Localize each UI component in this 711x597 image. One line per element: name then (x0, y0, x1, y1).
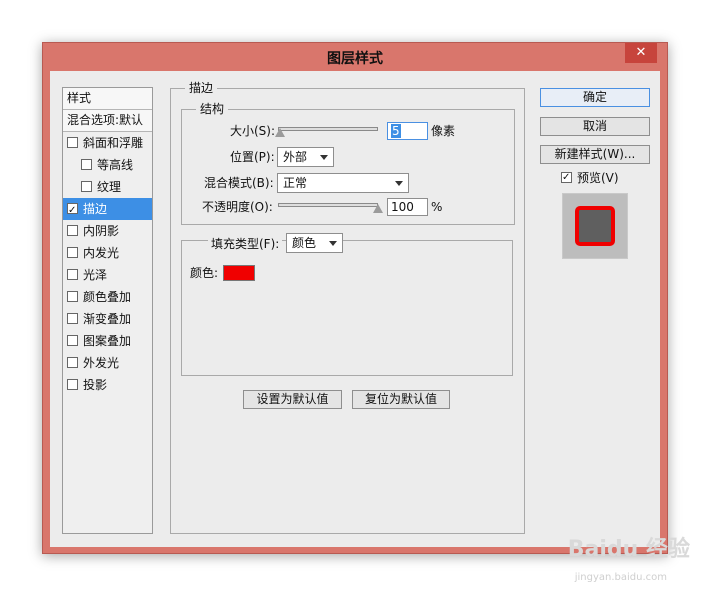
drop-shadow-checkbox[interactable] (67, 379, 78, 390)
size-unit: 像素 (431, 124, 456, 138)
style-item-stroke[interactable]: 描边 (63, 198, 152, 222)
style-item-label: 颜色叠加 (83, 290, 132, 304)
style-item-texture[interactable]: 纹理 (63, 176, 152, 198)
style-item-label: 渐变叠加 (83, 312, 132, 326)
styles-header[interactable]: 样式 (63, 88, 152, 110)
satin-checkbox[interactable] (67, 269, 78, 280)
dialog-title: 图层样式 (327, 51, 383, 67)
style-item-label: 内阴影 (83, 224, 120, 238)
style-item-label: 图案叠加 (83, 334, 132, 348)
ok-button[interactable]: 确定 (540, 88, 650, 107)
pattern-overlay-checkbox[interactable] (67, 335, 78, 346)
gradient-overlay-checkbox[interactable] (67, 313, 78, 324)
make-default-label: 设置为默认值 (256, 392, 329, 406)
cancel-button[interactable]: 取消 (540, 117, 650, 136)
size-label: 大小(S): (230, 124, 276, 138)
bevel-emboss-checkbox[interactable] (67, 137, 78, 148)
style-item-label: 外发光 (83, 356, 120, 370)
position-label: 位置(P): (230, 150, 275, 164)
opacity-label: 不透明度(O): (202, 200, 273, 214)
fill-type-value: 颜色 (292, 236, 317, 250)
layer-style-dialog: 图层样式 ✕ 样式 混合选项:默认 斜面和浮雕 等高线 纹理 描边 内阴影 (42, 42, 690, 562)
style-item-pattern-overlay[interactable]: 图案叠加 (63, 330, 152, 352)
blend-mode-label: 混合模式(B): (204, 176, 274, 190)
position-select[interactable]: 外部 (277, 147, 334, 167)
style-item-inner-glow[interactable]: 内发光 (63, 242, 152, 264)
new-style-label: 新建样式(W)... (554, 147, 636, 161)
style-item-satin[interactable]: 光泽 (63, 264, 152, 286)
structure-group-title: 结构 (196, 102, 229, 117)
chevron-down-icon (395, 181, 403, 186)
title-bar[interactable]: 图层样式 ✕ (43, 43, 667, 71)
size-input[interactable]: 5 (387, 122, 428, 140)
fill-type-group: 填充类型(F): 颜色 颜色: (181, 233, 513, 376)
size-value: 5 (391, 124, 401, 138)
outer-glow-checkbox[interactable] (67, 357, 78, 368)
structure-group: 结构 大小(S): 5 像素 位置(P): 外部 混合模式(B): 正常 不透明… (181, 102, 515, 225)
blend-mode-select[interactable]: 正常 (277, 173, 409, 193)
color-label: 颜色: (190, 266, 219, 280)
position-value: 外部 (283, 150, 308, 164)
style-item-label: 光泽 (83, 268, 108, 282)
preview-toggle[interactable]: 预览(V) (561, 169, 619, 187)
style-item-color-overlay[interactable]: 颜色叠加 (63, 286, 152, 308)
chevron-down-icon (320, 155, 328, 160)
reset-default-button[interactable]: 复位为默认值 (352, 390, 450, 409)
opacity-input[interactable]: 100 (387, 198, 428, 216)
ok-label: 确定 (582, 90, 607, 104)
style-item-label: 描边 (83, 202, 108, 216)
fill-type-select[interactable]: 颜色 (286, 233, 343, 253)
style-item-contour[interactable]: 等高线 (63, 154, 152, 176)
preview-checkbox[interactable] (561, 169, 572, 187)
style-item-label: 内发光 (83, 246, 120, 260)
style-item-drop-shadow[interactable]: 投影 (63, 374, 152, 396)
size-slider-thumb[interactable] (275, 128, 285, 137)
opacity-slider[interactable] (278, 203, 378, 207)
watermark-url: jingyan.baidu.com (574, 572, 667, 583)
preview-thumbnail (575, 206, 615, 246)
style-preview (562, 193, 628, 259)
stroke-checkbox[interactable] (67, 200, 78, 222)
style-item-label: 投影 (83, 378, 108, 392)
dialog-client-area: 样式 混合选项:默认 斜面和浮雕 等高线 纹理 描边 内阴影 内发光 光泽 (50, 71, 690, 562)
stroke-group: 描边 结构 大小(S): 5 像素 位置(P): 外部 混合模式(B): 正常 … (170, 81, 525, 534)
size-slider[interactable] (278, 127, 378, 131)
opacity-value: 100 (391, 200, 414, 214)
baidu-watermark: Baidu 经验 (567, 537, 690, 562)
stroke-color-swatch[interactable] (223, 265, 255, 281)
make-default-button[interactable]: 设置为默认值 (243, 390, 342, 409)
texture-checkbox[interactable] (81, 181, 92, 192)
opacity-unit: % (431, 200, 443, 214)
style-item-label: 斜面和浮雕 (83, 136, 144, 150)
cancel-label: 取消 (582, 119, 607, 133)
reset-default-label: 复位为默认值 (364, 392, 437, 406)
inner-shadow-checkbox[interactable] (67, 225, 78, 236)
style-item-outer-glow[interactable]: 外发光 (63, 352, 152, 374)
color-overlay-checkbox[interactable] (67, 291, 78, 302)
new-style-button[interactable]: 新建样式(W)... (540, 145, 650, 164)
contour-checkbox[interactable] (81, 159, 92, 170)
styles-list: 样式 混合选项:默认 斜面和浮雕 等高线 纹理 描边 内阴影 内发光 光泽 (62, 87, 153, 534)
blending-options-item[interactable]: 混合选项:默认 (63, 110, 152, 132)
style-item-inner-shadow[interactable]: 内阴影 (63, 220, 152, 242)
close-button[interactable]: ✕ (625, 43, 657, 63)
inner-glow-checkbox[interactable] (67, 247, 78, 258)
stroke-group-title: 描边 (185, 81, 218, 96)
blend-mode-value: 正常 (283, 176, 308, 190)
style-item-gradient-overlay[interactable]: 渐变叠加 (63, 308, 152, 330)
style-item-label: 纹理 (97, 180, 122, 194)
chevron-down-icon (329, 241, 337, 246)
style-item-label: 等高线 (97, 158, 134, 172)
opacity-slider-thumb[interactable] (373, 204, 383, 213)
preview-label: 预览(V) (577, 171, 619, 185)
close-icon: ✕ (635, 45, 647, 60)
fill-type-label: 填充类型(F): (208, 235, 283, 253)
style-item-bevel-emboss[interactable]: 斜面和浮雕 (63, 132, 152, 154)
